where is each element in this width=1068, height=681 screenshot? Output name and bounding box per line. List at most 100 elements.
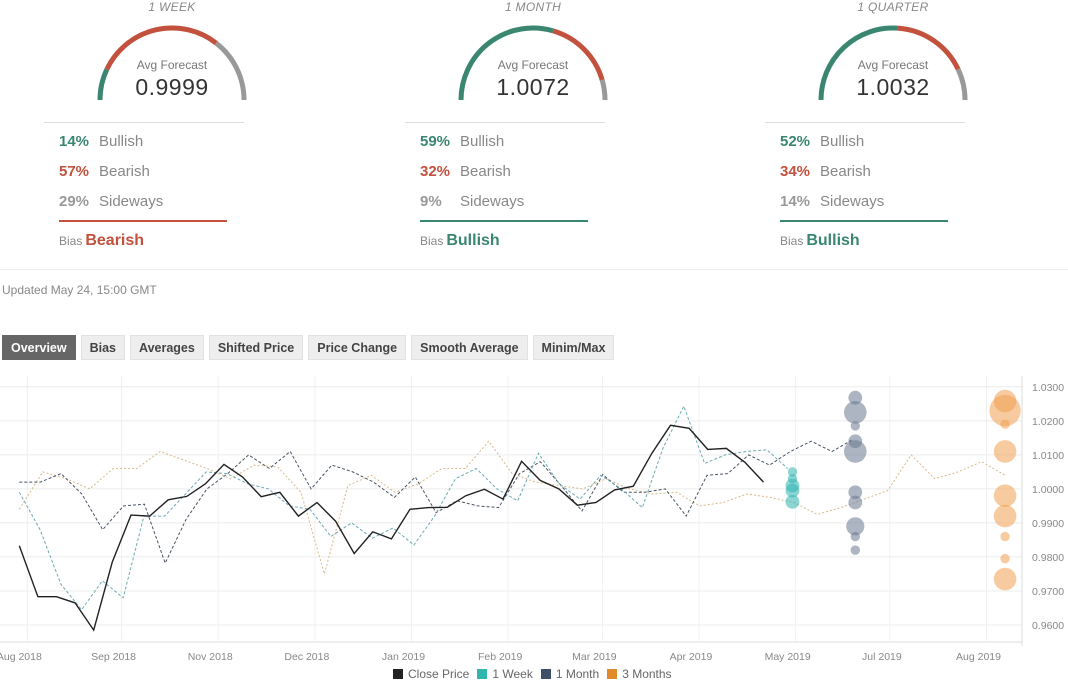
stat-label: Sideways [99,193,164,210]
stat-pct: 9% [420,193,442,210]
stat-pct: 59% [420,133,451,150]
legend-swatch [477,669,488,679]
stat-pct: 32% [420,163,451,180]
x-tick-label: May 2019 [765,651,811,663]
y-tick-label: 1.0300 [1032,382,1064,394]
tab-overview[interactable]: Overview [2,335,76,360]
x-tick-label: Mar 2019 [572,651,617,663]
stat-pct: 34% [780,163,811,180]
x-tick-label: Jan 2019 [382,651,425,663]
bias-underline [420,220,588,222]
stat-sideways: 29% Sideways [59,193,163,210]
x-axis-labels: Aug 2018 Sep 2018 Nov 2018 Dec 2018 Jan 2019… [0,651,1001,663]
bias-row: Bias Bullish [780,232,860,250]
stat-pct: 14% [59,133,90,150]
tab-smooth-average[interactable]: Smooth Average [411,335,528,360]
forecast-bubbles [785,389,1021,591]
forecast-bubble-1-month [843,401,867,424]
bias-value: Bullish [806,232,860,249]
stat-sideways: 9% Sideways [420,193,524,210]
forecast-bubble-3-months [1000,553,1010,564]
stat-bullish: 59% Bullish [420,133,504,150]
series-line-1-week [18,404,788,611]
x-tick-label: Sep 2018 [91,651,136,663]
forecast-bubble-3-months [1000,419,1010,429]
stat-label: Sideways [820,193,885,210]
forecast-bubble-1-month [848,495,863,510]
avg-forecast-value: 1.0072 [496,74,570,100]
stat-pct: 52% [780,133,811,150]
y-tick-label: 1.0200 [1032,416,1064,428]
stat-label: Bullish [99,133,144,150]
y-tick-label: 1.0100 [1032,450,1064,462]
forecast-bubble-1-month [850,545,860,555]
x-tick-label: Aug 2019 [956,651,1001,663]
y-tick-label: 1.0000 [1032,484,1064,496]
stat-label: Bearish [99,163,150,180]
bias-label: Bias [59,234,83,248]
gauge-caption: Avg Forecast [497,58,569,72]
tab-bias[interactable]: Bias [80,335,125,360]
stat-label: Bearish [460,163,511,180]
forecast-bubble-3-months [993,484,1017,507]
tab-shifted-price[interactable]: Shifted Price [208,335,304,360]
stat-label: Bullish [820,133,865,150]
stat-bullish: 52% Bullish [780,133,864,150]
legend-swatch [540,669,551,679]
stat-bearish: 34% Bearish [780,163,871,180]
forecast-bubble-1-month [850,421,860,431]
legend-swatch [607,669,618,679]
stat-pct: 57% [59,163,90,180]
gauge-period: 1 QUARTER [857,0,929,14]
y-tick-label: 0.9600 [1032,620,1064,632]
stat-label: Bullish [460,133,505,150]
x-tick-label: Jul 2019 [862,651,902,663]
x-tick-label: Nov 2018 [188,651,233,663]
updated-timestamp: Updated May 24, 15:00 GMT [2,283,157,297]
forecast-chart: 1.0300 1.0200 1.0100 1.0000 0.9900 0.9800 0.97… [0,376,1064,663]
stat-pct: 29% [59,193,90,210]
y-tick-label: 0.9900 [1032,518,1064,530]
gauge-segment-bearish [552,28,605,81]
series-line-close-price [18,424,765,632]
y-tick-label: 0.9800 [1032,552,1064,564]
bias-row: Bias Bearish [59,232,144,250]
stat-bullish: 14% Bullish [59,133,143,150]
x-tick-label: Aug 2018 [0,651,42,663]
stat-bearish: 32% Bearish [420,163,511,180]
legend-swatch [393,669,403,679]
gauge-caption: Avg Forecast [136,58,208,72]
tab-averages[interactable]: Averages [130,335,204,360]
forecast-bubble-3-months [1000,531,1010,542]
forecast-bubble-1-month [843,440,867,463]
stat-label: Bearish [820,163,871,180]
forecast-bubble-1-week [785,494,800,509]
bias-value: Bearish [85,232,145,249]
tab-price-change[interactable]: Price Change [308,335,407,360]
stat-bearish: 57% Bearish [59,163,150,180]
bias-row: Bias Bullish [420,232,500,250]
forecast-bubble-1-month [850,531,860,542]
y-tick-label: 0.9700 [1032,586,1064,598]
x-tick-label: Feb 2019 [478,651,523,663]
divider [44,122,244,123]
divider [405,122,605,123]
forecast-bubble-3-months [993,567,1017,591]
avg-forecast-value: 0.9999 [135,74,209,100]
stat-label: Sideways [460,193,525,210]
chart-grid [0,376,1023,646]
y-axis-labels: 1.0300 1.0200 1.0100 1.0000 0.9900 0.9800 0.97… [1032,382,1064,632]
bias-underline [59,220,227,222]
divider [765,122,965,123]
forecast-bubble-3-months [993,440,1017,463]
stat-sideways: 14% Sideways [780,193,884,210]
gauge-period: 1 WEEK [148,0,196,14]
x-tick-label: Apr 2019 [670,651,713,663]
stat-pct: 14% [780,193,811,210]
tab-minim-max[interactable]: Minim/Max [532,335,615,360]
bias-underline [780,220,948,222]
chart-tabs: Overview Bias Averages Shifted Price Pri… [2,335,615,360]
bias-label: Bias [780,234,804,248]
bias-value: Bullish [446,232,500,249]
avg-forecast-value: 1.0032 [856,74,930,100]
